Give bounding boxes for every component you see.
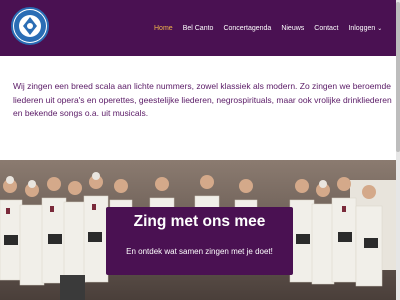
nav-concertagenda[interactable]: Concertagenda [223,24,271,34]
logo-emblem-icon [14,10,46,42]
scrollbar-thumb[interactable] [396,2,400,152]
nav-inloggen-label: Inloggen [348,25,376,32]
hero-subtitle: En ontdek wat samen zingen met je doet! [126,247,273,256]
site-header: Home Bel Canto Concertagenda Nieuws Cont… [0,0,400,56]
nav-inloggen[interactable]: Inloggen ⌄ [348,24,382,34]
intro-text: Wij zingen een breed scala aan lichte nu… [13,81,392,118]
logo[interactable] [11,7,49,45]
chevron-down-icon: ⌄ [377,26,383,32]
nav-contact[interactable]: Contact [314,24,338,34]
nav-home[interactable]: Home [154,24,173,34]
main-nav: Home Bel Canto Concertagenda Nieuws Cont… [154,24,392,34]
nav-bel-canto[interactable]: Bel Canto [183,24,214,34]
hero-cta-box[interactable]: Zing met ons mee En ontdek wat samen zin… [106,207,293,275]
nav-nieuws[interactable]: Nieuws [281,24,304,34]
hero-title: Zing met ons mee [133,213,266,230]
scrollbar[interactable] [396,0,400,300]
